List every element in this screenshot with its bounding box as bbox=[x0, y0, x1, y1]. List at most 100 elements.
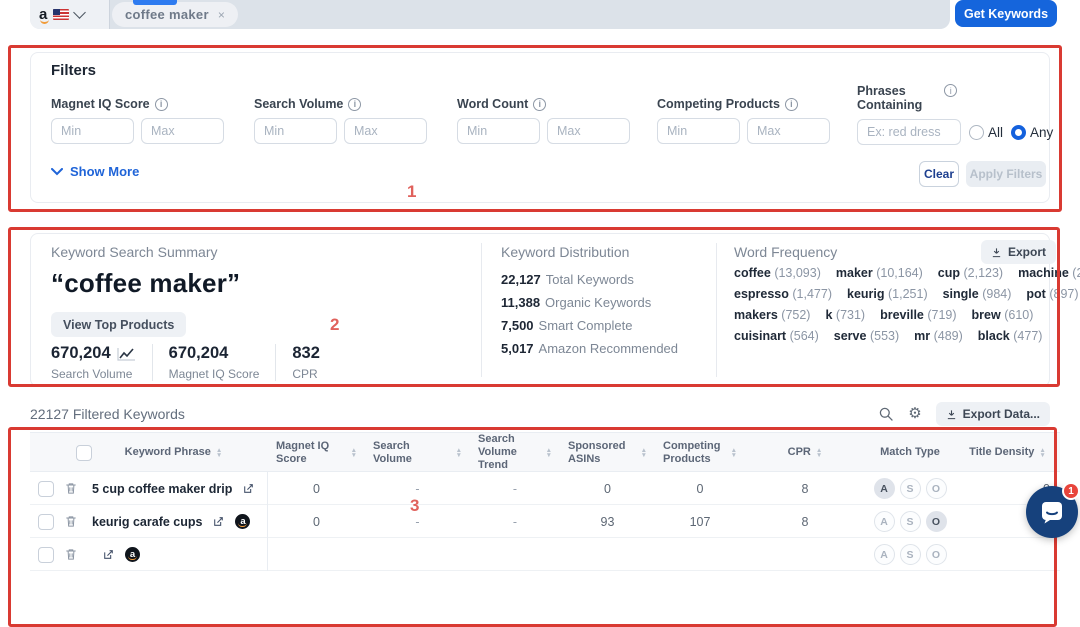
distribution-item: 5,017Amazon Recommended bbox=[501, 341, 678, 356]
row-checkbox[interactable] bbox=[38, 547, 54, 563]
magnet-iq-max-input[interactable] bbox=[141, 118, 224, 144]
external-link-icon[interactable] bbox=[242, 482, 255, 495]
external-link-icon[interactable] bbox=[102, 548, 115, 561]
match-type-s[interactable]: S bbox=[900, 544, 921, 565]
filter-phrases-containing: Phrases Containing i All Any bbox=[857, 84, 1053, 145]
column-header-keyword-phrase[interactable]: Keyword Phrase▲▼ bbox=[30, 445, 268, 461]
table-row[interactable]: a A S O bbox=[30, 538, 1060, 571]
magnet-iq-min-input[interactable] bbox=[51, 118, 134, 144]
match-type-a[interactable]: A bbox=[874, 544, 895, 565]
table-row[interactable]: 5 cup coffee maker drip 0 - - 0 0 8 A S … bbox=[30, 472, 1060, 505]
word-frequency-item: single (984) bbox=[943, 287, 1012, 301]
show-more-toggle[interactable]: Show More bbox=[51, 164, 139, 179]
search-volume-min-input[interactable] bbox=[254, 118, 337, 144]
info-icon[interactable]: i bbox=[944, 84, 957, 97]
radio-all[interactable] bbox=[969, 125, 984, 140]
cpr-value: 8 bbox=[745, 515, 865, 529]
remove-tag-icon[interactable]: × bbox=[218, 8, 225, 22]
apply-filters-button[interactable]: Apply Filters bbox=[966, 161, 1046, 187]
summary-stats: 670,204 Search Volume 670,204 Magnet IQ … bbox=[51, 344, 352, 381]
radio-all-label[interactable]: All bbox=[988, 125, 1003, 140]
row-checkbox[interactable] bbox=[38, 481, 54, 497]
get-keywords-button[interactable]: Get Keywords bbox=[955, 0, 1057, 27]
info-icon[interactable]: i bbox=[785, 98, 798, 111]
sv-trend-value: - bbox=[470, 515, 560, 529]
sort-icon[interactable]: ▲▼ bbox=[641, 448, 647, 458]
match-type-a[interactable]: A bbox=[874, 511, 895, 532]
column-header-competing-products[interactable]: Competing Products▲▼ bbox=[655, 440, 745, 466]
summary-title: Keyword Search Summary bbox=[51, 244, 218, 260]
filter-search-volume: Search Volume i bbox=[254, 97, 427, 144]
external-link-icon[interactable] bbox=[212, 515, 225, 528]
competing-products-max-input[interactable] bbox=[747, 118, 830, 144]
sort-icon[interactable]: ▲▼ bbox=[216, 448, 222, 458]
column-header-magnet-iq[interactable]: Magnet IQ Score▲▼ bbox=[268, 440, 365, 466]
stat-cpr: 832 CPR bbox=[292, 344, 336, 381]
sort-icon[interactable]: ▲▼ bbox=[546, 448, 552, 458]
clear-button[interactable]: Clear bbox=[919, 161, 959, 187]
word-frequency-item: machine (2,041) bbox=[1018, 266, 1080, 280]
match-type-o[interactable]: O bbox=[926, 511, 947, 532]
sort-icon[interactable]: ▲▼ bbox=[816, 448, 822, 458]
word-count-max-input[interactable] bbox=[547, 118, 630, 144]
column-header-title-density[interactable]: Title Density▲▼ bbox=[955, 446, 1060, 459]
radio-any[interactable] bbox=[1011, 125, 1026, 140]
column-header-cpr[interactable]: CPR▲▼ bbox=[745, 446, 865, 459]
word-count-min-input[interactable] bbox=[457, 118, 540, 144]
divider bbox=[716, 243, 717, 377]
download-icon bbox=[991, 247, 1002, 258]
info-icon[interactable]: i bbox=[348, 98, 361, 111]
stat-search-volume: 670,204 Search Volume bbox=[51, 344, 153, 381]
word-frequency-export-button[interactable]: Export bbox=[981, 240, 1056, 264]
competing-products-value: 0 bbox=[655, 482, 745, 496]
distribution-title: Keyword Distribution bbox=[501, 244, 629, 260]
sort-icon[interactable]: ▲▼ bbox=[731, 448, 737, 458]
cpr-value: 8 bbox=[745, 482, 865, 496]
word-frequency-item: pot (897) bbox=[1026, 287, 1078, 301]
keyword-tag[interactable]: coffee maker × bbox=[112, 2, 238, 27]
phrases-containing-input[interactable] bbox=[857, 119, 961, 145]
info-icon[interactable]: i bbox=[533, 98, 546, 111]
info-icon[interactable]: i bbox=[155, 98, 168, 111]
filter-label: Search Volume bbox=[254, 97, 343, 111]
show-more-label: Show More bbox=[70, 164, 139, 179]
download-icon bbox=[946, 409, 957, 420]
row-checkbox[interactable] bbox=[38, 514, 54, 530]
match-type-a[interactable]: A bbox=[874, 478, 895, 499]
column-header-sponsored-asins[interactable]: Sponsored ASINs▲▼ bbox=[560, 440, 655, 466]
search-icon[interactable] bbox=[878, 406, 894, 422]
filter-magnet-iq-score: Magnet IQ Score i bbox=[51, 97, 224, 144]
match-type-s[interactable]: S bbox=[900, 478, 921, 499]
distribution-item: 22,127Total Keywords bbox=[501, 272, 678, 287]
search-volume-value: - bbox=[365, 515, 470, 529]
search-volume-max-input[interactable] bbox=[344, 118, 427, 144]
view-top-products-button[interactable]: View Top Products bbox=[51, 312, 186, 337]
trash-icon[interactable] bbox=[64, 547, 78, 562]
column-header-search-volume[interactable]: Search Volume▲▼ bbox=[365, 440, 470, 466]
trash-icon[interactable] bbox=[64, 481, 78, 496]
sponsored-asins-value: 93 bbox=[560, 515, 655, 529]
marketplace-selector[interactable]: a bbox=[30, 0, 110, 29]
summary-panel: Keyword Search Summary “coffee maker” Vi… bbox=[30, 233, 1050, 387]
match-type-o[interactable]: O bbox=[926, 478, 947, 499]
trend-chart-icon[interactable] bbox=[117, 347, 136, 361]
radio-any-label[interactable]: Any bbox=[1030, 125, 1053, 140]
keyword-phrase: keurig carafe cups bbox=[92, 515, 202, 529]
gear-icon[interactable]: ⚙ bbox=[908, 406, 921, 422]
distribution-item: 11,388Organic Keywords bbox=[501, 295, 678, 310]
sort-icon[interactable]: ▲▼ bbox=[1039, 448, 1045, 458]
select-all-checkbox[interactable] bbox=[76, 445, 92, 461]
column-header-sv-trend[interactable]: Search Volume Trend▲▼ bbox=[470, 433, 560, 472]
match-type-badges: A S O bbox=[865, 544, 955, 565]
sort-icon[interactable]: ▲▼ bbox=[456, 448, 462, 458]
match-type-s[interactable]: S bbox=[900, 511, 921, 532]
competing-products-min-input[interactable] bbox=[657, 118, 740, 144]
match-type-o[interactable]: O bbox=[926, 544, 947, 565]
filter-label: Magnet IQ Score bbox=[51, 97, 150, 111]
sort-icon[interactable]: ▲▼ bbox=[351, 448, 357, 458]
word-frequency-item: brew (610) bbox=[972, 308, 1034, 322]
trash-icon[interactable] bbox=[64, 514, 78, 529]
export-data-button[interactable]: Export Data... bbox=[936, 402, 1050, 426]
column-header-match-type[interactable]: Match Type bbox=[865, 446, 955, 459]
table-row[interactable]: keurig carafe cups a 0 - - 93 107 8 A S … bbox=[30, 505, 1060, 538]
